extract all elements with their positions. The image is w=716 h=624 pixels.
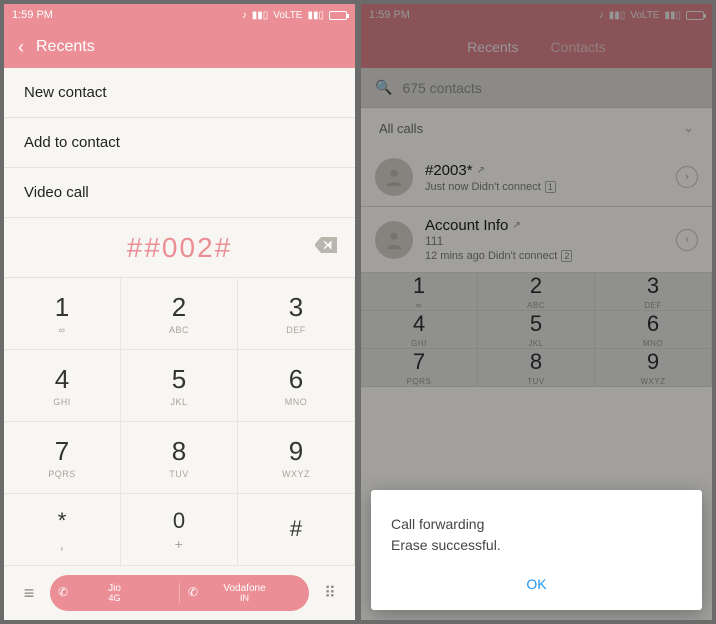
dialog-message: Call forwarding Erase successful. — [391, 514, 682, 556]
menu-video-call[interactable]: Video call — [4, 168, 355, 218]
phone-right: 1:59 PM ♪ ▮▮▯ VoLTE ▮▮▯ Recents Contacts… — [361, 4, 712, 620]
header: ‹ Recents — [4, 26, 355, 68]
key-7[interactable]: 7PQRS — [4, 422, 121, 494]
signal2-icon: ▮▮▯ — [307, 10, 324, 21]
ok-button[interactable]: OK — [526, 576, 546, 592]
sim2-call-button[interactable]: ✆ Vodafone IN — [180, 583, 309, 604]
phone-left: 1:59 PM ♪ ▮▮▯ VoLTE ▮▮▯ ‹ Recents New co… — [4, 4, 355, 620]
key-star[interactable]: *, — [4, 494, 121, 566]
dialpad: 1∞ 2ABC 3DEF 4GHI 5JKL 6MNO 7PQRS 8TUV 9… — [4, 278, 355, 566]
menu-add-to-contact[interactable]: Add to contact — [4, 118, 355, 168]
backspace-button[interactable] — [315, 237, 337, 258]
dialog: Call forwarding Erase successful. OK — [371, 490, 702, 610]
key-2[interactable]: 2ABC — [121, 278, 238, 350]
phone-icon: ✆ — [188, 586, 198, 599]
menu-list: New contact Add to contact Video call — [4, 68, 355, 218]
key-0[interactable]: 0+ — [121, 494, 238, 566]
bell-icon: ♪ — [242, 10, 247, 21]
status-bar: 1:59 PM ♪ ▮▮▯ VoLTE ▮▮▯ — [4, 4, 355, 26]
dialed-number: ##002# — [127, 232, 232, 264]
status-time: 1:59 PM — [12, 9, 53, 21]
key-5[interactable]: 5JKL — [121, 350, 238, 422]
dialpad-toggle-button[interactable]: ⠿ — [315, 583, 345, 603]
signal-icon: ▮▮▯ — [252, 10, 269, 21]
key-1[interactable]: 1∞ — [4, 278, 121, 350]
sim1-call-button[interactable]: ✆ Jio 4G — [50, 583, 180, 604]
key-hash[interactable]: # — [238, 494, 355, 566]
bottom-bar: ≡ ✆ Jio 4G ✆ Vodafone IN ⠿ — [4, 566, 355, 620]
phone-icon: ✆ — [58, 586, 68, 599]
menu-new-contact[interactable]: New contact — [4, 68, 355, 118]
number-display: ##002# — [4, 218, 355, 278]
header-title: Recents — [36, 38, 95, 56]
call-pill: ✆ Jio 4G ✆ Vodafone IN — [50, 575, 309, 611]
key-4[interactable]: 4GHI — [4, 350, 121, 422]
key-9[interactable]: 9WXYZ — [238, 422, 355, 494]
menu-button[interactable]: ≡ — [14, 583, 44, 604]
back-button[interactable]: ‹ — [18, 37, 24, 58]
key-3[interactable]: 3DEF — [238, 278, 355, 350]
volte-label: VoLTE — [273, 10, 302, 21]
key-6[interactable]: 6MNO — [238, 350, 355, 422]
key-8[interactable]: 8TUV — [121, 422, 238, 494]
battery-icon — [329, 11, 347, 20]
